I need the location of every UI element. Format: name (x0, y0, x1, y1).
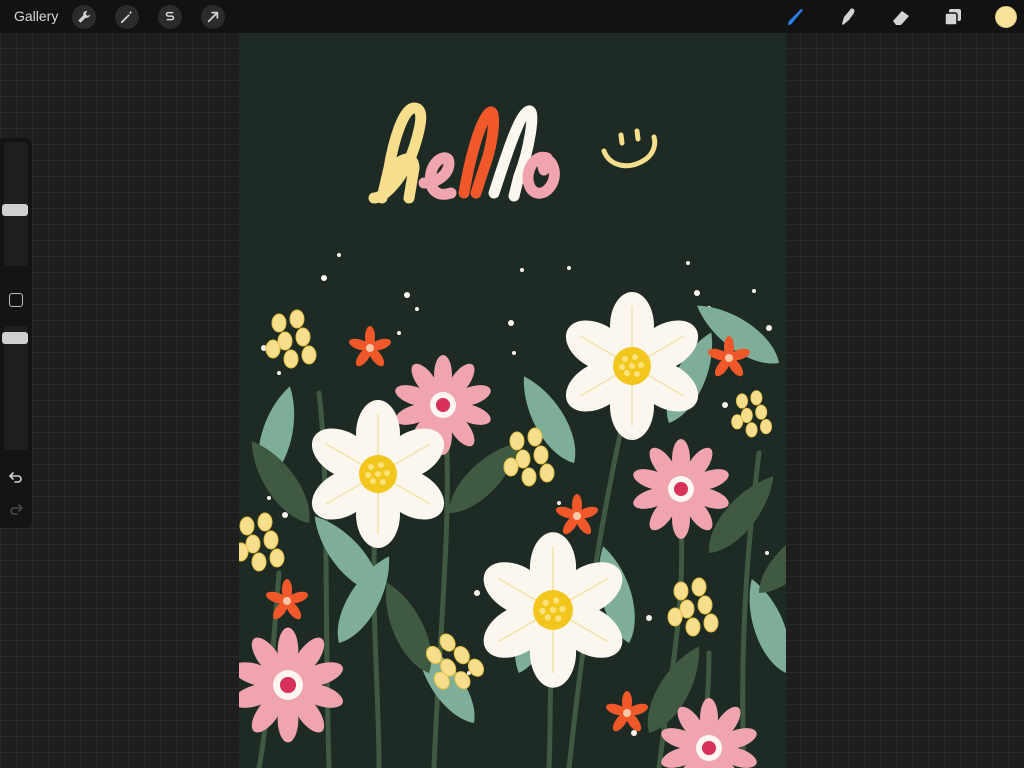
adjustments-button[interactable] (115, 5, 139, 29)
smudge-icon[interactable] (837, 6, 859, 28)
actions-button[interactable] (72, 5, 96, 29)
transform-arrow-icon (207, 11, 219, 23)
magic-wand-icon (120, 10, 133, 24)
brush-icon[interactable] (785, 6, 807, 28)
drawing-canvas[interactable] (239, 33, 786, 768)
wrench-icon (78, 10, 91, 23)
layers-icon[interactable] (942, 6, 964, 28)
selection-button[interactable] (158, 5, 182, 29)
selection-icon (165, 11, 175, 21)
color-picker-button[interactable] (995, 6, 1017, 28)
redo-icon[interactable] (7, 500, 25, 518)
brush-size-slider[interactable] (2, 142, 28, 266)
brush-size-thumb[interactable] (2, 204, 28, 216)
top-toolbar: Gallery (0, 0, 1024, 33)
opacity-thumb[interactable] (2, 332, 28, 344)
modify-button[interactable] (9, 293, 23, 307)
transform-button[interactable] (201, 5, 225, 29)
opacity-slider[interactable] (2, 326, 28, 450)
undo-icon[interactable] (7, 468, 25, 486)
left-sidebar (0, 138, 32, 528)
artwork (239, 102, 786, 768)
gallery-button[interactable]: Gallery (14, 8, 58, 24)
eraser-icon[interactable] (890, 6, 912, 28)
